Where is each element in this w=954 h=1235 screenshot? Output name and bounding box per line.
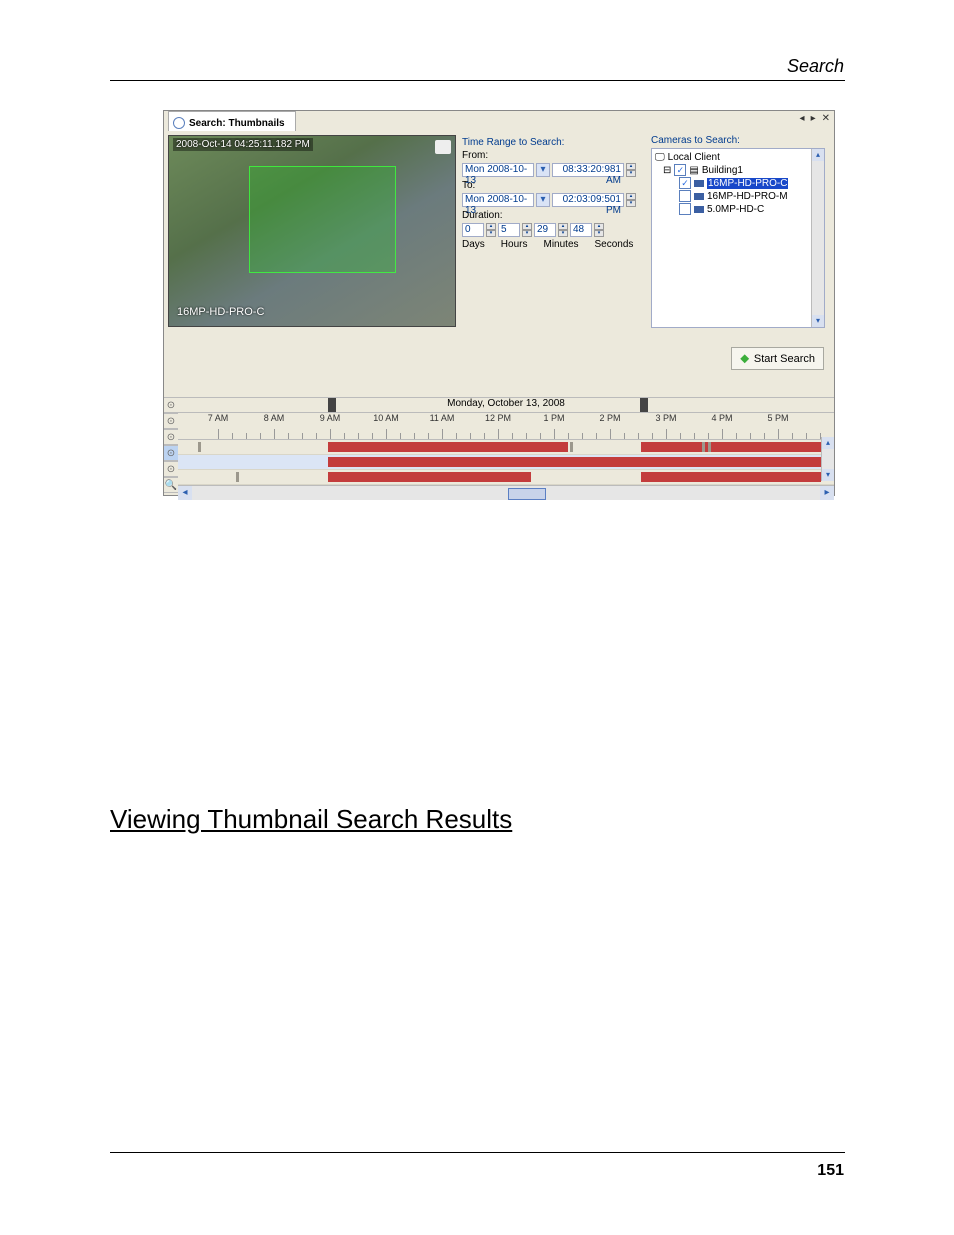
hscroll-thumb[interactable] — [508, 488, 546, 500]
timeline-date: Monday, October 13, 2008 — [447, 398, 565, 409]
start-search-button[interactable]: ⬥ Start Search — [731, 347, 824, 370]
timeline-date-header: Monday, October 13, 2008 — [178, 397, 834, 413]
timeline-lane[interactable] — [178, 440, 834, 455]
scroll-right-icon[interactable]: ▸ — [820, 486, 834, 500]
camera-icon — [694, 206, 704, 213]
lane-toggle-icon[interactable]: ⊙ — [164, 429, 178, 445]
days-unit: Days — [462, 239, 485, 250]
monitor-icon: 🖵 — [655, 152, 665, 163]
camera-checkbox[interactable] — [679, 203, 691, 215]
section-heading: Viewing Thumbnail Search Results — [110, 804, 512, 835]
cameras-title: Cameras to Search: — [651, 135, 825, 146]
camera-icon — [694, 193, 704, 200]
date-dropdown-icon[interactable]: ▾ — [536, 193, 550, 207]
hour-label: 3 PM — [655, 413, 676, 423]
hours-unit: Hours — [501, 239, 528, 250]
to-time-spinner[interactable]: ▴▾ — [626, 193, 636, 207]
page-number: 151 — [817, 1162, 844, 1180]
range-end-handle[interactable] — [640, 398, 648, 412]
camera-item-2[interactable]: 16MP-HD-PRO-M — [707, 191, 788, 202]
tree-scrollbar[interactable]: ▴ ▾ — [811, 149, 824, 327]
timeline-hscroll[interactable]: ◂ ▸ — [178, 485, 834, 500]
video-preview[interactable]: 2008-Oct-14 04:25:11.182 PM 16MP-HD-PRO-… — [168, 135, 456, 327]
lane-toggle-icon[interactable]: ⊙ — [164, 445, 178, 461]
days-field[interactable]: 0 — [462, 223, 484, 237]
minutes-field[interactable]: 29 — [534, 223, 556, 237]
to-date-field[interactable]: Mon 2008-10-13 — [462, 193, 534, 207]
close-tab-icon[interactable]: ✕ — [822, 113, 830, 124]
minutes-spinner[interactable]: ▴▾ — [558, 223, 568, 237]
video-timestamp: 2008-Oct-14 04:25:11.182 PM — [173, 138, 313, 151]
seconds-spinner[interactable]: ▴▾ — [594, 223, 604, 237]
server-icon: ▤ — [689, 165, 698, 176]
from-time-spinner[interactable]: ▴▾ — [626, 163, 636, 177]
cameras-panel: Cameras to Search: 🖵 Local Client ⊟ ✓ ▤ … — [651, 135, 825, 328]
hour-label: 7 AM — [208, 413, 229, 423]
seconds-unit: Seconds — [595, 239, 634, 250]
lane-toggle-icon[interactable]: ⊙ — [164, 461, 178, 477]
start-search-label: Start Search — [754, 353, 815, 365]
search-tab[interactable]: Search: Thumbnails — [168, 111, 296, 132]
timeline-panel: ⊙ ⊙ ⊙ ⊙ ⊙ 🔍 Monday, October 13, 2008 7 A… — [164, 397, 834, 497]
header-rule — [110, 80, 845, 81]
search-icon — [173, 117, 185, 129]
timeline-hours[interactable]: 7 AM 8 AM 9 AM 10 AM 11 AM 12 PM 1 PM 2 PM 3 PM 4… — [178, 413, 834, 440]
hour-label: 10 AM — [373, 413, 399, 423]
hours-spinner[interactable]: ▴▾ — [522, 223, 532, 237]
hour-label: 2 PM — [599, 413, 620, 423]
ptz-badge-icon — [435, 140, 451, 154]
hours-field[interactable]: 5 — [498, 223, 520, 237]
lane-toggle-icon[interactable]: ⊙ — [164, 413, 178, 429]
range-start-handle[interactable] — [328, 398, 336, 412]
from-label: From: — [462, 150, 640, 161]
scroll-down-icon[interactable]: ▾ — [822, 469, 834, 481]
scroll-left-icon[interactable]: ◂ — [178, 486, 192, 500]
camera-checkbox[interactable]: ✓ — [679, 177, 691, 189]
video-camera-name: 16MP-HD-PRO-C — [177, 306, 264, 318]
camera-item-3[interactable]: 5.0MP-HD-C — [707, 204, 764, 215]
hour-label: 5 PM — [767, 413, 788, 423]
search-tab-label: Search: Thumbnails — [189, 118, 285, 129]
next-tab-icon[interactable]: ▸ — [811, 113, 816, 124]
lane-toggle-icon[interactable]: ⊙ — [164, 397, 178, 413]
search-plus-icon: ⬥ — [740, 351, 748, 366]
seconds-field[interactable]: 48 — [570, 223, 592, 237]
expand-icon[interactable]: ⊟ — [663, 165, 671, 176]
scroll-up-icon[interactable]: ▴ — [812, 149, 824, 161]
timeline-lane[interactable] — [178, 455, 834, 470]
site-checkbox[interactable]: ✓ — [674, 164, 686, 176]
from-time-field[interactable]: 08:33:20:981 AM — [552, 163, 624, 177]
date-dropdown-icon[interactable]: ▾ — [536, 163, 550, 177]
scroll-down-icon[interactable]: ▾ — [812, 315, 824, 327]
to-time-field[interactable]: 02:03:09:501 PM — [552, 193, 624, 207]
camera-icon — [694, 180, 704, 187]
timeline-lane[interactable] — [178, 470, 834, 485]
days-spinner[interactable]: ▴▾ — [486, 223, 496, 237]
page-header-section: Search — [787, 56, 844, 77]
camera-tree[interactable]: 🖵 Local Client ⊟ ✓ ▤ Building1 ✓ 16MP-HD… — [651, 148, 825, 328]
zoom-icon[interactable]: 🔍 — [164, 477, 178, 493]
prev-tab-icon[interactable]: ◂ — [800, 113, 805, 124]
time-range-panel: Time Range to Search: From: Mon 2008-10-… — [462, 135, 640, 250]
hour-label: 9 AM — [320, 413, 341, 423]
timeline-vscroll[interactable]: ▴ ▾ — [821, 437, 834, 481]
tree-site[interactable]: Building1 — [702, 165, 743, 176]
camera-checkbox[interactable] — [679, 190, 691, 202]
hour-label: 4 PM — [711, 413, 732, 423]
footer-rule — [110, 1152, 845, 1153]
tree-root[interactable]: Local Client — [668, 152, 720, 163]
time-range-title: Time Range to Search: — [462, 137, 640, 148]
from-date-field[interactable]: Mon 2008-10-13 — [462, 163, 534, 177]
hour-label: 8 AM — [264, 413, 285, 423]
hour-label: 1 PM — [543, 413, 564, 423]
hour-label: 12 PM — [485, 413, 511, 423]
hour-label: 11 AM — [430, 413, 455, 423]
motion-region[interactable] — [249, 166, 396, 273]
search-thumbnails-window: Search: Thumbnails ◂ ▸ ✕ 2008-Oct-14 04:… — [163, 110, 835, 496]
scroll-up-icon[interactable]: ▴ — [822, 437, 834, 449]
camera-item-1[interactable]: 16MP-HD-PRO-C — [707, 178, 788, 189]
minutes-unit: Minutes — [543, 239, 578, 250]
